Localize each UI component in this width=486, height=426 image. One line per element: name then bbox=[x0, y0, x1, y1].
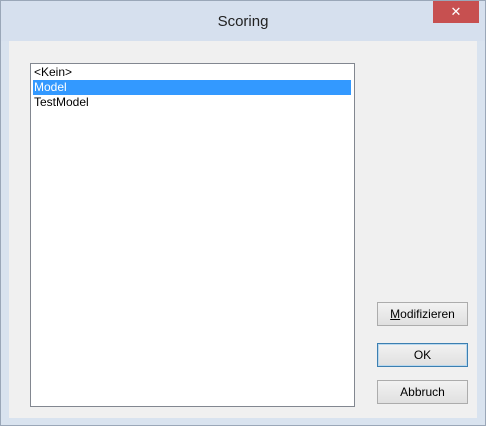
list-item-testmodel[interactable]: TestModel bbox=[33, 95, 351, 110]
modify-accelerator: M bbox=[390, 307, 401, 321]
dialog-client-area: <Kein> Model TestModel Modifizieren OK A… bbox=[9, 41, 477, 418]
ok-button[interactable]: OK bbox=[377, 343, 468, 367]
modify-button[interactable]: Modifizieren bbox=[377, 302, 468, 326]
list-item-kein[interactable]: <Kein> bbox=[33, 65, 351, 80]
close-icon: ✕ bbox=[450, 4, 462, 19]
model-listbox[interactable]: <Kein> Model TestModel bbox=[30, 63, 355, 407]
scoring-dialog: Scoring ✕ <Kein> Model TestModel Modifiz… bbox=[0, 0, 486, 426]
cancel-button[interactable]: Abbruch bbox=[377, 380, 468, 404]
title-bar: Scoring ✕ bbox=[1, 1, 485, 41]
close-button[interactable]: ✕ bbox=[433, 1, 479, 23]
modify-label: odifizieren bbox=[400, 307, 455, 321]
list-item-model[interactable]: Model bbox=[33, 80, 351, 95]
window-title: Scoring bbox=[217, 13, 269, 30]
